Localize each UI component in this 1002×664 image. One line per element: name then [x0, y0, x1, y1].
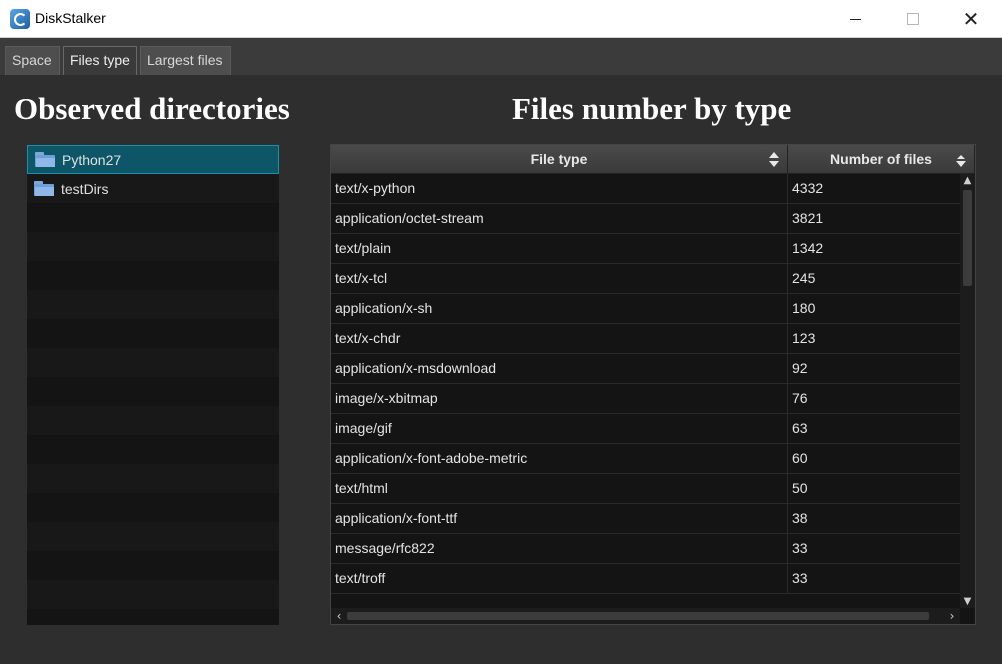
- file-count-cell: 60: [792, 450, 808, 466]
- table-row[interactable]: text/html 50: [331, 474, 960, 504]
- file-count-cell: 1342: [792, 240, 824, 256]
- column-header-number-of-files[interactable]: Number of files: [788, 145, 975, 174]
- column-header-label: File type: [530, 151, 588, 167]
- tree-stripe: [27, 609, 279, 625]
- tab-largest-files[interactable]: Largest files: [140, 46, 231, 75]
- column-divider: [787, 174, 788, 594]
- file-type-cell: application/x-msdownload: [335, 360, 497, 376]
- file-type-cell: application/x-sh: [335, 300, 433, 316]
- tree-stripe: [27, 319, 279, 348]
- column-header-file-type[interactable]: File type: [331, 145, 788, 174]
- file-type-cell: image/gif: [335, 420, 392, 436]
- file-type-table[interactable]: File type Number of files text/x-python 4…: [330, 144, 976, 625]
- window-title: DiskStalker: [35, 10, 106, 26]
- file-type-cell: application/octet-stream: [335, 210, 484, 226]
- scroll-left-icon[interactable]: ‹: [333, 609, 345, 623]
- file-type-cell: application/x-font-ttf: [335, 510, 458, 526]
- file-count-cell: 50: [792, 480, 808, 496]
- file-count-cell: 245: [792, 270, 816, 286]
- table-row[interactable]: image/gif 63: [331, 414, 960, 444]
- file-type-cell: text/html: [335, 480, 388, 496]
- tree-stripe: [27, 203, 279, 232]
- file-type-cell: message/rfc822: [335, 540, 435, 556]
- file-type-cell: text/x-chdr: [335, 330, 401, 346]
- scroll-up-icon[interactable]: ▲: [962, 175, 973, 186]
- file-type-cell: text/troff: [335, 570, 386, 586]
- tree-stripe: [27, 406, 279, 435]
- column-header-label: Number of files: [830, 151, 932, 167]
- sort-ascending-icon: [769, 152, 779, 167]
- table-header: File type Number of files: [331, 145, 975, 174]
- scroll-right-icon[interactable]: ›: [946, 609, 958, 623]
- file-count-cell: 76: [792, 390, 808, 406]
- tree-stripe: [27, 348, 279, 377]
- file-count-cell: 33: [792, 570, 808, 586]
- folder-icon: [35, 152, 55, 167]
- directory-item-python27[interactable]: Python27: [27, 145, 279, 174]
- horizontal-scrollbar[interactable]: ‹ ›: [331, 608, 960, 624]
- table-row[interactable]: text/x-python 4332: [331, 174, 960, 204]
- table-row[interactable]: application/x-sh 180: [331, 294, 960, 324]
- file-type-cell: image/x-xbitmap: [335, 390, 438, 406]
- minimize-button[interactable]: [826, 0, 884, 38]
- tree-stripe: [27, 580, 279, 609]
- table-body: text/x-python 4332 application/octet-stre…: [331, 174, 960, 594]
- directory-tree[interactable]: Python27 testDirs: [27, 145, 279, 625]
- tree-stripe: [27, 551, 279, 580]
- directory-item-testdirs[interactable]: testDirs: [27, 174, 279, 203]
- tab-bar: Space Files type Largest files: [0, 38, 1002, 75]
- table-row[interactable]: text/plain 1342: [331, 234, 960, 264]
- file-count-cell: 33: [792, 540, 808, 556]
- table-row[interactable]: application/x-msdownload 92: [331, 354, 960, 384]
- table-row[interactable]: text/x-tcl 245: [331, 264, 960, 294]
- diskstalker-app-icon: [10, 9, 30, 29]
- table-row[interactable]: text/troff 33: [331, 564, 960, 594]
- vertical-scrollbar[interactable]: ▲ ▼: [960, 174, 975, 608]
- tree-stripe: [27, 435, 279, 464]
- table-row[interactable]: message/rfc822 33: [331, 534, 960, 564]
- observed-directories-heading: Observed directories: [14, 91, 290, 126]
- tree-stripe: [27, 522, 279, 551]
- file-count-cell: 123: [792, 330, 816, 346]
- tree-stripe: [27, 232, 279, 261]
- file-type-cell: text/x-python: [335, 180, 416, 196]
- maximize-button[interactable]: [884, 0, 942, 38]
- tree-stripe: [27, 493, 279, 522]
- horizontal-scroll-thumb[interactable]: [347, 612, 929, 620]
- file-count-cell: 4332: [792, 180, 824, 196]
- table-row[interactable]: application/x-font-ttf 38: [331, 504, 960, 534]
- tree-stripe: [27, 464, 279, 493]
- close-button[interactable]: ✕: [942, 0, 1000, 38]
- tree-stripe: [27, 377, 279, 406]
- sort-descending-icon: [956, 155, 966, 167]
- table-row[interactable]: application/octet-stream 3821: [331, 204, 960, 234]
- file-count-cell: 63: [792, 420, 808, 436]
- close-icon: ✕: [962, 7, 980, 31]
- tree-stripe: [27, 261, 279, 290]
- tree-stripe: [27, 290, 279, 319]
- file-count-cell: 180: [792, 300, 816, 316]
- tab-content: Observed directories Files number by typ…: [0, 75, 1002, 664]
- file-type-cell: text/x-tcl: [335, 270, 388, 286]
- directory-label: testDirs: [61, 180, 109, 197]
- folder-icon: [34, 181, 54, 196]
- file-count-cell: 38: [792, 510, 808, 526]
- file-count-cell: 3821: [792, 210, 824, 226]
- scroll-down-icon[interactable]: ▼: [962, 596, 973, 607]
- file-count-cell: 92: [792, 360, 808, 376]
- tab-files-type[interactable]: Files type: [63, 46, 137, 75]
- tab-space[interactable]: Space: [5, 46, 60, 75]
- file-type-cell: application/x-font-adobe-metric: [335, 450, 528, 466]
- table-row[interactable]: text/x-chdr 123: [331, 324, 960, 354]
- table-row[interactable]: application/x-font-adobe-metric 60: [331, 444, 960, 474]
- files-by-type-heading: Files number by type: [512, 91, 792, 126]
- file-type-cell: text/plain: [335, 240, 392, 256]
- table-row[interactable]: image/x-xbitmap 76: [331, 384, 960, 414]
- directory-label: Python27: [62, 151, 122, 168]
- vertical-scroll-thumb[interactable]: [963, 190, 972, 286]
- title-bar: DiskStalker ✕: [0, 0, 1002, 38]
